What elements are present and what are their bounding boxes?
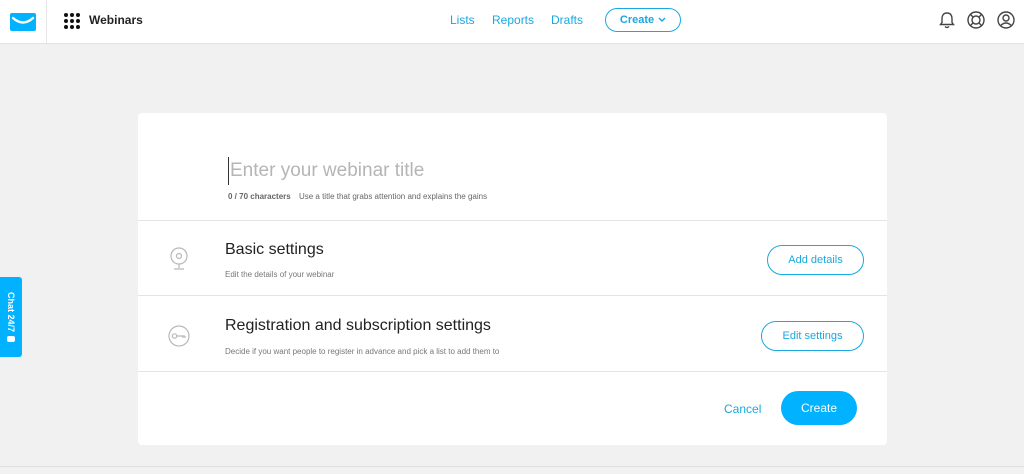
chat-support-tab[interactable]: Chat 24/7: [0, 277, 22, 357]
top-navigation-bar: Webinars Lists Reports Drafts Create: [0, 0, 1024, 44]
create-menu-button[interactable]: Create: [605, 8, 681, 32]
page-bottom-border: [0, 466, 1024, 467]
apps-grid-icon[interactable]: [64, 13, 80, 29]
char-counter: 0 / 70 characters: [228, 192, 291, 201]
basic-settings-description: Edit the details of your webinar: [225, 270, 335, 279]
product-name: Webinars: [89, 13, 143, 27]
bell-icon[interactable]: [937, 10, 957, 30]
title-hint: 0 / 70 characters Use a title that grabs…: [228, 192, 487, 201]
help-lifebuoy-icon[interactable]: [966, 10, 986, 30]
cancel-link[interactable]: Cancel: [724, 402, 761, 416]
nav-lists[interactable]: Lists: [450, 13, 475, 27]
create-menu-label: Create: [619, 14, 655, 26]
key-icon: [168, 325, 190, 347]
edit-settings-button[interactable]: Edit settings: [761, 321, 864, 351]
webcam-icon: [170, 247, 188, 270]
nav-reports[interactable]: Reports: [492, 13, 534, 27]
divider: [138, 295, 887, 296]
user-account-icon[interactable]: [996, 10, 1016, 30]
chat-label: Chat 24/7: [6, 292, 16, 333]
nav-drafts[interactable]: Drafts: [551, 13, 583, 27]
webinar-title-input[interactable]: [228, 157, 788, 185]
basic-settings-title: Basic settings: [225, 241, 324, 258]
logo-button[interactable]: [0, 0, 47, 43]
create-webinar-button[interactable]: Create: [781, 391, 857, 425]
chat-bubble-icon: [7, 335, 15, 342]
registration-settings-description: Decide if you want people to register in…: [225, 347, 500, 356]
getresponse-logo-icon: [10, 12, 36, 31]
registration-settings-title: Registration and subscription settings: [225, 317, 491, 334]
divider: [138, 371, 887, 372]
divider: [138, 220, 887, 221]
chevron-down-icon: [658, 17, 666, 22]
char-hint-text: Use a title that grabs attention and exp…: [298, 192, 488, 201]
webinar-setup-card: 0 / 70 characters Use a title that grabs…: [138, 113, 887, 445]
add-details-button[interactable]: Add details: [767, 245, 864, 275]
